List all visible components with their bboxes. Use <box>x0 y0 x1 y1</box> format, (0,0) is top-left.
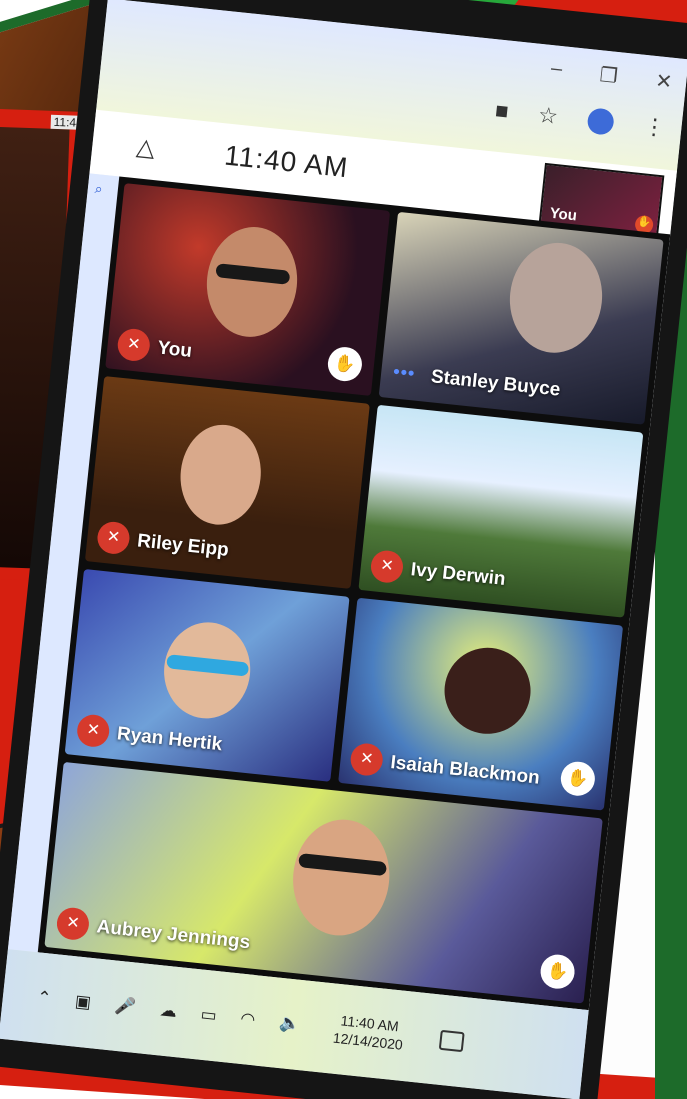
star-icon[interactable]: ☆ <box>537 102 559 130</box>
hand-raise-icon: ✋ <box>326 345 364 383</box>
participant-tile[interactable]: ✕ You ✋ <box>105 183 391 396</box>
minimize-icon[interactable]: – <box>550 57 563 83</box>
search-icon[interactable]: ⌕ <box>94 180 103 198</box>
participant-face <box>504 238 608 358</box>
participant-tile[interactable]: ••• Stanley Buyce <box>378 211 664 425</box>
mic-off-icon: ✕ <box>95 520 132 556</box>
cloud-icon[interactable]: ☁ <box>159 1000 178 1022</box>
participant-tile[interactable]: ✕ Riley Eipp <box>84 376 370 589</box>
mic-off-icon: ✕ <box>116 327 152 363</box>
participant-name: Stanley Buyce <box>429 366 562 401</box>
avatar[interactable] <box>586 107 615 136</box>
mic-off-icon: ✕ <box>349 741 385 778</box>
meet-now-icon[interactable]: ▣ <box>74 991 92 1013</box>
restore-icon[interactable]: ❐ <box>599 62 619 89</box>
participant-name: Aubrey Jennings <box>95 916 252 954</box>
participant-tile[interactable]: ✕ Ivy Derwin <box>358 404 644 618</box>
window-controls: – ❐ ✕ <box>550 57 674 95</box>
tablet-device: – ❐ ✕ ■ ☆ ⋮ △ 11:40 AM You ✋ ⌕ ✕ You ✋ •… <box>0 0 687 1099</box>
more-vert-icon[interactable]: ⋮ <box>642 113 666 141</box>
participant-name: Riley Eipp <box>136 530 230 561</box>
notification-icon[interactable] <box>438 1029 465 1053</box>
shapes-icon[interactable]: △ <box>135 132 156 163</box>
mic-off-icon: ✕ <box>55 906 91 942</box>
microphone-icon[interactable]: 🎤 <box>114 996 137 1018</box>
hand-raise-icon: ✋ <box>559 760 597 798</box>
battery-icon[interactable]: ▭ <box>200 1005 218 1027</box>
volume-icon[interactable]: 🔈 <box>278 1013 301 1035</box>
chevron-up-icon[interactable]: ⌃ <box>36 987 52 1008</box>
mic-off-icon: ✕ <box>369 549 405 585</box>
participant-name: Isaiah Blackmon <box>389 752 541 789</box>
browser-icons: ■ ☆ ⋮ <box>494 97 667 141</box>
participant-grid: ✕ You ✋ ••• Stanley Buyce ✕ Riley Eipp ✕… <box>37 176 671 1011</box>
meeting-clock: 11:40 AM <box>222 139 350 184</box>
more-icon[interactable]: ••• <box>392 361 416 384</box>
participant-tile[interactable]: ✕ Isaiah Blackmon ✋ <box>338 597 624 811</box>
participant-name: Ivy Derwin <box>409 559 507 590</box>
camera-icon[interactable]: ■ <box>494 97 510 124</box>
participant-name: You <box>156 337 193 362</box>
participant-face <box>287 814 396 941</box>
hand-raise-icon: ✋ <box>538 952 577 991</box>
close-icon[interactable]: ✕ <box>654 68 673 95</box>
participant-name: Ryan Hertik <box>115 723 224 756</box>
screen: – ❐ ✕ ■ ☆ ⋮ △ 11:40 AM You ✋ ⌕ ✕ You ✋ •… <box>0 0 687 1099</box>
participant-face <box>175 420 266 529</box>
taskbar-clock[interactable]: 11:40 AM 12/14/2020 <box>332 1011 405 1054</box>
participant-tile[interactable]: ✕ Ryan Hertik <box>64 568 350 782</box>
participant-face <box>440 643 535 739</box>
mic-off-icon: ✕ <box>75 713 111 749</box>
wifi-icon[interactable]: ◠ <box>239 1009 257 1030</box>
